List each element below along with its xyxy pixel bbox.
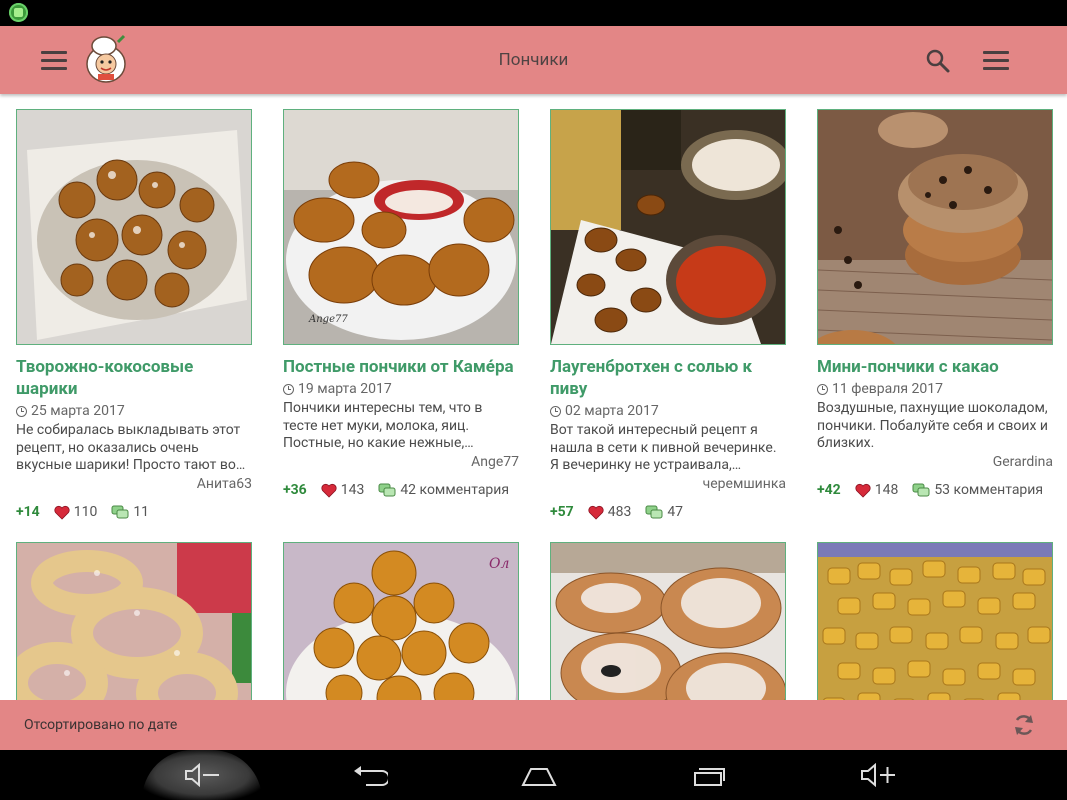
- date-text: 02 марта 2017: [565, 403, 659, 419]
- likes-count: 143: [340, 482, 365, 498]
- comments-count: 53 комментария: [934, 482, 1044, 498]
- recipe-score: +14: [16, 504, 40, 520]
- clock-icon: [283, 383, 294, 395]
- recipe-title[interactable]: Лаугенбротхен с солью к пиву: [550, 356, 786, 400]
- comments-icon[interactable]: [378, 483, 396, 497]
- comments-icon[interactable]: [111, 505, 129, 519]
- app-bar: Пончики: [0, 26, 1067, 94]
- recipe-title[interactable]: Творожно-кокосовые шарики: [16, 356, 252, 400]
- likes-count: 483: [607, 504, 632, 520]
- clock-icon: [16, 405, 27, 417]
- svg-text:Ол: Ол: [489, 556, 509, 572]
- sort-label: Отсортировано по дате: [24, 717, 178, 733]
- recipe-stats: +57 483 47: [550, 500, 786, 524]
- recipe-card[interactable]: Лаугенбротхен с солью к пиву 02 марта 20…: [550, 109, 786, 524]
- date-text: 19 марта 2017: [298, 381, 392, 397]
- search-icon[interactable]: [925, 48, 951, 74]
- recipe-score: +57: [550, 504, 574, 520]
- overflow-menu-icon[interactable]: [983, 51, 1009, 70]
- comments-count: 47: [667, 504, 684, 520]
- recipe-image[interactable]: [550, 109, 786, 345]
- app-notification-icon: [9, 3, 28, 22]
- page-title: Пончики: [498, 50, 569, 70]
- recipe-score: +36: [283, 482, 307, 498]
- recipe-author[interactable]: Анита63: [16, 474, 252, 494]
- back-icon[interactable]: [352, 763, 388, 787]
- recipe-card[interactable]: Мини-пончики с какао 11 февраля 2017 Воз…: [817, 109, 1053, 502]
- recipe-image[interactable]: [16, 109, 252, 345]
- recipe-description: Пончики интересны тем, что в тесте нет м…: [283, 400, 483, 451]
- recipe-date: 11 февраля 2017: [817, 379, 1053, 399]
- recipe-author[interactable]: Ange77: [283, 452, 519, 472]
- date-text: 25 марта 2017: [31, 403, 125, 419]
- recipe-image[interactable]: Ange77: [283, 109, 519, 345]
- status-bar: [0, 0, 1067, 26]
- recipe-description: Не собиралась выкладывать этот рецепт, н…: [16, 422, 246, 473]
- sort-bar: Отсортировано по дате: [0, 700, 1067, 750]
- recipe-stats: +42 148 53 комментария: [817, 478, 1053, 502]
- volume-down-icon[interactable]: [184, 763, 220, 787]
- heart-icon[interactable]: [54, 505, 70, 520]
- recipe-date: 25 марта 2017: [16, 401, 252, 421]
- heart-icon[interactable]: [588, 505, 604, 520]
- recipe-image[interactable]: [817, 109, 1053, 345]
- comments-icon[interactable]: [912, 483, 930, 497]
- recipe-date: 19 марта 2017: [283, 379, 519, 399]
- recipe-card[interactable]: Ange77 Постные пончики от Камéра 19 март…: [283, 109, 519, 502]
- date-text: 11 февраля 2017: [832, 381, 943, 397]
- heart-icon[interactable]: [321, 483, 337, 498]
- refresh-icon[interactable]: [1011, 712, 1037, 738]
- recipe-author[interactable]: черемшинка: [550, 474, 786, 494]
- clock-icon: [817, 383, 828, 395]
- recipe-author[interactable]: Gerardina: [817, 452, 1053, 472]
- recipe-score: +42: [817, 482, 841, 498]
- comments-count: 42 комментария: [400, 482, 510, 498]
- clock-icon: [550, 405, 561, 417]
- recent-apps-icon[interactable]: [691, 763, 727, 787]
- recipe-stats: +36 143 42 комментария: [283, 478, 519, 502]
- home-icon[interactable]: [521, 763, 557, 787]
- svg-text:Ange77: Ange77: [308, 314, 348, 325]
- recipe-title[interactable]: Постные пончики от Камéра: [283, 356, 519, 378]
- comments-icon[interactable]: [645, 505, 663, 519]
- recipe-description: Вот такой интересный рецепт я нашла в се…: [550, 422, 777, 473]
- volume-up-icon[interactable]: [860, 763, 896, 787]
- recipe-date: 02 марта 2017: [550, 401, 786, 421]
- likes-count: 110: [73, 504, 98, 520]
- recipe-description: Воздушные, пахнущие шоколадом, пончики. …: [817, 400, 1048, 451]
- recipe-title[interactable]: Мини-пончики с какао: [817, 356, 1053, 378]
- heart-icon[interactable]: [855, 483, 871, 498]
- recipe-card[interactable]: Творожно-кокосовые шарики 25 марта 2017 …: [16, 109, 252, 524]
- likes-count: 148: [874, 482, 899, 498]
- comments-count: 11: [133, 504, 150, 520]
- recipe-stats: +14 110 11: [16, 500, 252, 524]
- system-navigation-bar: [0, 750, 1067, 800]
